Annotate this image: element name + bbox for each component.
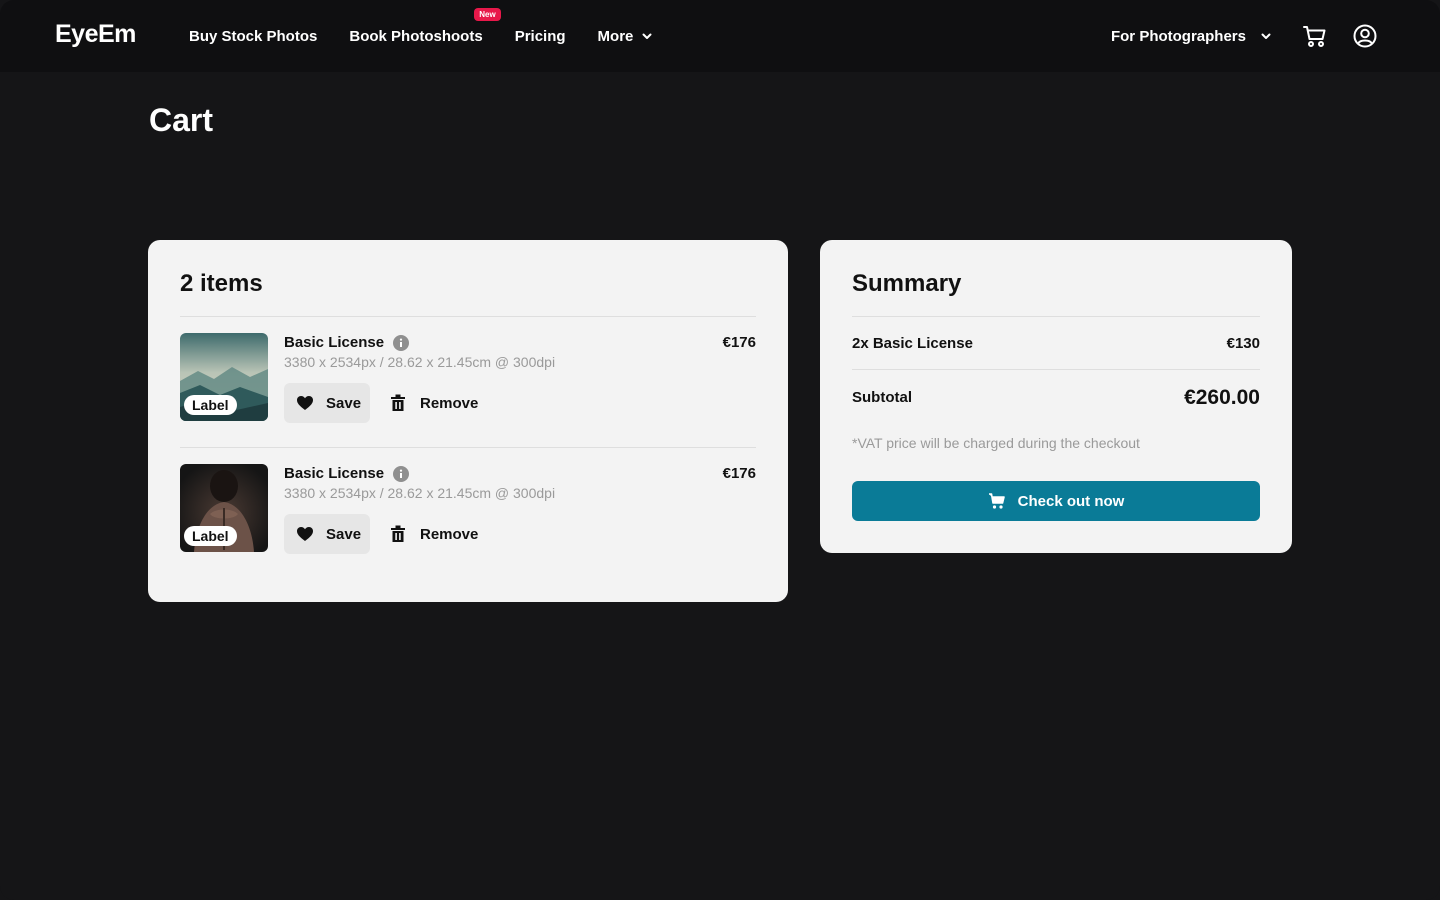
trash-icon (391, 394, 405, 411)
remove-button[interactable]: Remove (390, 383, 478, 423)
checkout-button[interactable]: Check out now (852, 481, 1260, 521)
save-label: Save (326, 525, 362, 543)
subtotal-row: Subtotal €260.00 (852, 370, 1260, 425)
thumbnail-label: Label (184, 526, 237, 546)
cart-item: Label Basic License 3380 x 2534px / 28.6… (180, 317, 756, 448)
save-label: Save (326, 394, 362, 412)
heart-icon (297, 527, 313, 541)
save-button[interactable]: Save (284, 383, 370, 423)
cart-item: Label Basic License 3380 x 2534px / 28.6… (180, 448, 756, 579)
remove-button[interactable]: Remove (390, 514, 478, 554)
save-button[interactable]: Save (284, 514, 370, 554)
item-license-name: Basic License (284, 334, 410, 351)
line-item-value: €130 (1226, 334, 1260, 352)
nav-more-dropdown[interactable]: More (598, 28, 654, 45)
item-price: €176 (722, 465, 756, 482)
license-label: Basic License (284, 334, 385, 351)
app-window: EyeEm Buy Stock Photos Book Photoshoots … (0, 0, 1440, 900)
nav-label: For Photographers (1110, 27, 1246, 45)
subtotal-value: €260.00 (1184, 385, 1260, 409)
trash-icon (391, 525, 405, 542)
cart-icon (1303, 26, 1326, 47)
item-license-name: Basic License (284, 465, 410, 482)
line-item-label: 2x Basic License (852, 334, 973, 352)
user-account-icon (1353, 24, 1377, 48)
cart-items-card: 2 items Label Basic License 3380 x 2534p… (148, 240, 788, 602)
item-thumbnail[interactable]: Label (180, 464, 268, 552)
page-title: Cart (149, 102, 214, 138)
info-icon[interactable] (393, 334, 410, 351)
new-badge: New (474, 7, 501, 21)
cart-button[interactable] (1302, 23, 1328, 49)
nav-right: For Photographers (1111, 0, 1378, 72)
chevron-down-icon (642, 33, 652, 39)
remove-label: Remove (420, 525, 479, 543)
nav-label: More (597, 27, 634, 45)
thumbnail-label: Label (184, 395, 237, 415)
chevron-down-icon (1261, 33, 1271, 39)
nav-for-photographers-dropdown[interactable]: For Photographers (1111, 28, 1272, 45)
checkout-label: Check out now (1017, 492, 1125, 510)
nav-buy-stock-photos[interactable]: Buy Stock Photos (189, 28, 317, 45)
cart-icon (988, 493, 1005, 509)
item-dimensions: 3380 x 2534px / 28.62 x 21.45cm @ 300dpi (284, 485, 556, 501)
nav-label: Buy Stock Photos (189, 27, 318, 45)
item-price: €176 (722, 334, 756, 351)
item-dimensions: 3380 x 2534px / 28.62 x 21.45cm @ 300dpi (284, 354, 556, 370)
license-label: Basic License (284, 465, 385, 482)
order-summary-card: Summary 2x Basic License €130 Subtotal €… (820, 240, 1292, 553)
main-nav: Buy Stock Photos Book Photoshoots New Pr… (189, 0, 685, 72)
vat-note: *VAT price will be charged during the ch… (852, 435, 1140, 451)
heart-icon (297, 396, 313, 410)
nav-label: Book Photoshoots (349, 27, 483, 45)
item-thumbnail[interactable]: Label (180, 333, 268, 421)
eyeem-logo[interactable]: EyeEm (55, 20, 136, 49)
nav-book-photoshoots[interactable]: Book Photoshoots New (349, 7, 501, 45)
account-button[interactable] (1352, 23, 1378, 49)
nav-label: Pricing (514, 27, 566, 45)
summary-heading: Summary (852, 240, 1260, 317)
top-navigation: EyeEm Buy Stock Photos Book Photoshoots … (0, 0, 1440, 72)
summary-line-item: 2x Basic License €130 (852, 317, 1260, 370)
info-icon[interactable] (393, 465, 410, 482)
remove-label: Remove (420, 394, 479, 412)
subtotal-label: Subtotal (852, 389, 912, 406)
items-count-heading: 2 items (180, 240, 756, 317)
nav-pricing[interactable]: Pricing (515, 28, 566, 45)
